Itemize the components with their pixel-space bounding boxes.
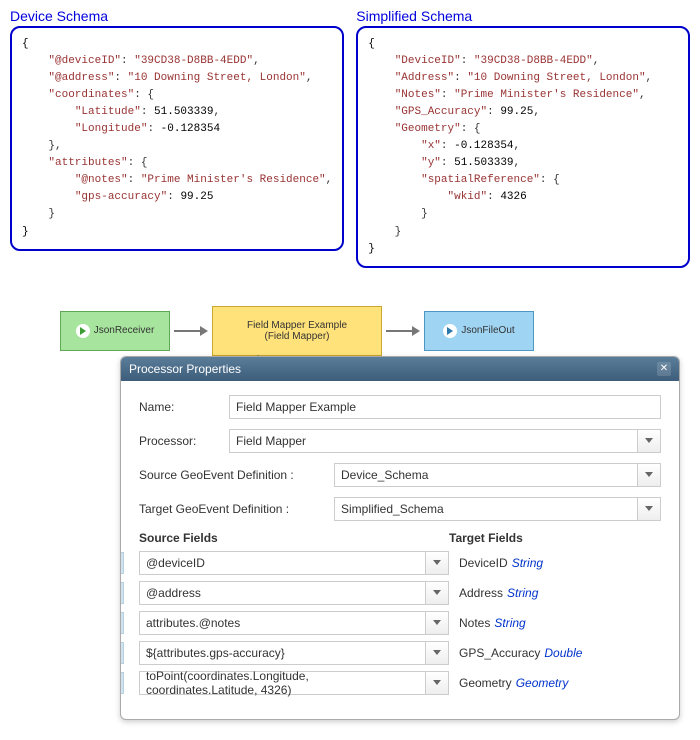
- source-field-select[interactable]: attributes.@notes: [139, 611, 425, 635]
- processor-label: Processor:: [139, 434, 229, 448]
- line-label: Line 1: [120, 552, 124, 574]
- name-label: Name:: [139, 400, 229, 414]
- flow-arrow: [174, 325, 208, 337]
- dropdown-button[interactable]: [425, 671, 449, 695]
- source-fields-header: Source Fields: [139, 531, 449, 545]
- source-def-label: Source GeoEvent Definition :: [139, 468, 334, 482]
- dropdown-button[interactable]: [425, 551, 449, 575]
- dropdown-button[interactable]: [637, 463, 661, 487]
- simplified-schema-title: Simplified Schema: [356, 8, 690, 24]
- simplified-schema-box: Simplified Schema { "DeviceID": "39CD38-…: [356, 8, 690, 268]
- target-def-select[interactable]: Simplified_Schema: [334, 497, 637, 521]
- source-field-select[interactable]: @address: [139, 581, 425, 605]
- dropdown-button[interactable]: [425, 581, 449, 605]
- source-field-select[interactable]: ${attributes.gps-accuracy}: [139, 641, 425, 665]
- target-def-label: Target GeoEvent Definition :: [139, 502, 334, 516]
- panel-header: Processor Properties ✕: [121, 357, 679, 381]
- dropdown-button[interactable]: [637, 497, 661, 521]
- target-field: GeometryGeometry: [459, 676, 568, 690]
- source-field-select[interactable]: @deviceID: [139, 551, 425, 575]
- close-icon[interactable]: ✕: [657, 362, 671, 376]
- line-label: Line 5: [120, 672, 124, 694]
- processor-properties-panel: Processor Properties ✕ Name: Field Mappe…: [120, 356, 680, 720]
- dropdown-button[interactable]: [425, 641, 449, 665]
- field-mapper-subtitle: (Field Mapper): [264, 331, 329, 342]
- play-icon: [76, 324, 90, 338]
- target-field: DeviceIDString: [459, 556, 543, 570]
- field-mapper-node[interactable]: Field Mapper Example (Field Mapper): [212, 306, 382, 356]
- json-receiver-label: JsonReceiver: [94, 325, 155, 336]
- source-field-select[interactable]: toPoint(coordinates.Longitude, coordinat…: [139, 671, 425, 695]
- target-field: GPS_AccuracyDouble: [459, 646, 582, 660]
- play-icon: [443, 324, 457, 338]
- target-field: NotesString: [459, 616, 526, 630]
- line-label: Line 2: [120, 582, 124, 604]
- json-receiver-node[interactable]: JsonReceiver: [60, 311, 170, 351]
- device-schema-json: { "@deviceID": "39CD38-D8BB-4EDD", "@add…: [10, 26, 344, 251]
- field-mapper-title: Field Mapper Example: [247, 320, 347, 331]
- dropdown-button[interactable]: [637, 429, 661, 453]
- json-file-out-label: JsonFileOut: [461, 325, 514, 336]
- source-def-select[interactable]: Device_Schema: [334, 463, 637, 487]
- name-input[interactable]: Field Mapper Example: [229, 395, 661, 419]
- simplified-schema-json: { "DeviceID": "39CD38-D8BB-4EDD", "Addre…: [356, 26, 690, 268]
- line-label: Line 3: [120, 612, 124, 634]
- dropdown-button[interactable]: [425, 611, 449, 635]
- json-file-out-node[interactable]: JsonFileOut: [424, 311, 534, 351]
- device-schema-title: Device Schema: [10, 8, 344, 24]
- panel-title: Processor Properties: [129, 362, 241, 376]
- processor-select[interactable]: Field Mapper: [229, 429, 637, 453]
- target-field: AddressString: [459, 586, 538, 600]
- target-fields-header: Target Fields: [449, 531, 523, 545]
- flow-arrow: [386, 325, 420, 337]
- device-schema-box: Device Schema { "@deviceID": "39CD38-D8B…: [10, 8, 344, 268]
- line-label: Line 4: [120, 642, 124, 664]
